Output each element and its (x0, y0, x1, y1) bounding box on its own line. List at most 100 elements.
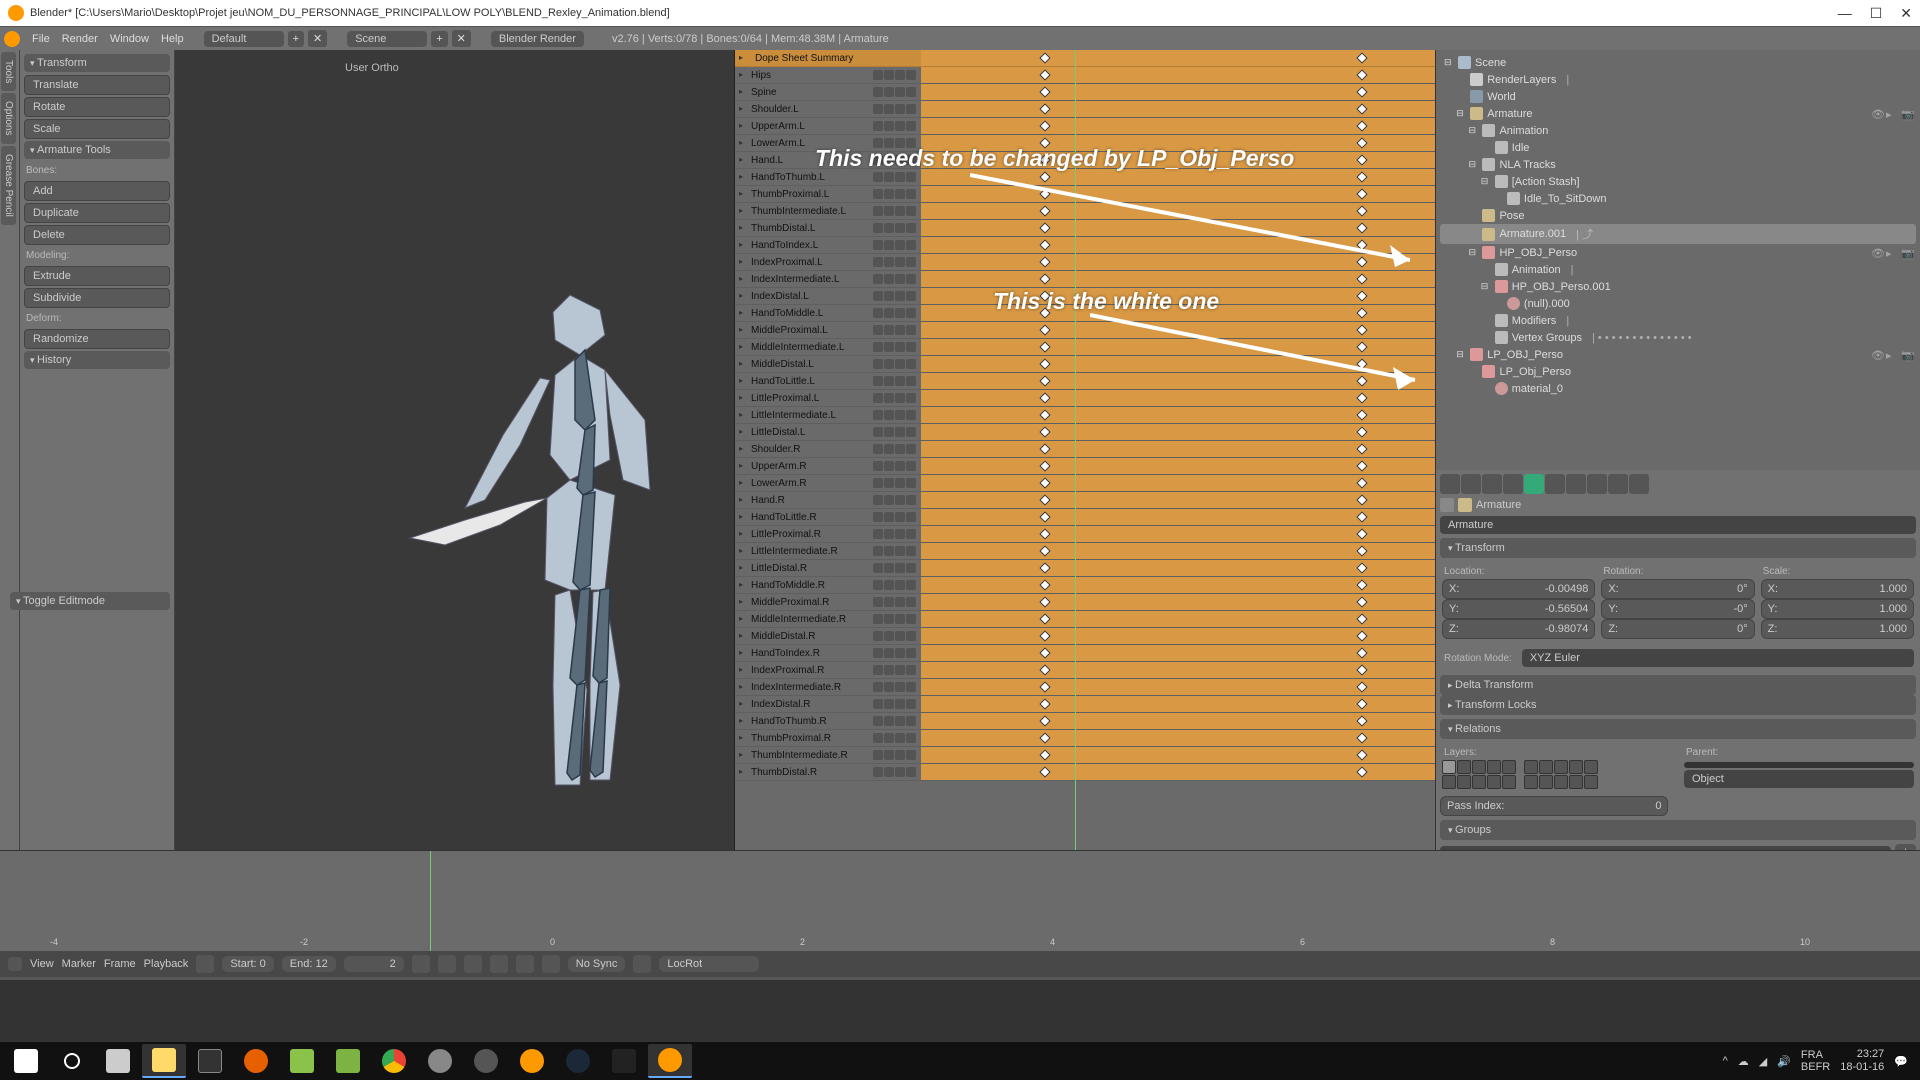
outliner-item[interactable]: ⊟Armature👁▸📷 (1440, 105, 1916, 122)
outliner-item[interactable]: ⊟[Action Stash] (1440, 173, 1916, 190)
dopesheet-channel-row[interactable]: LittleDistal.R (735, 560, 1435, 577)
start-button[interactable] (4, 1044, 48, 1078)
timeline-editor-icon[interactable] (8, 957, 22, 971)
tab-world-icon[interactable] (1503, 474, 1523, 494)
outliner-item[interactable]: RenderLayers| (1440, 71, 1916, 88)
dopesheet-channel-row[interactable]: LittleIntermediate.L (735, 407, 1435, 424)
blender2-taskbar-icon[interactable] (648, 1044, 692, 1078)
play-reverse-icon[interactable] (464, 955, 482, 973)
location-x[interactable]: X:-0.00498 (1442, 579, 1595, 599)
store-taskbar-icon[interactable] (188, 1044, 232, 1078)
menu-render[interactable]: Render (62, 33, 98, 45)
scene-remove-button[interactable]: ✕ (452, 30, 471, 47)
dopesheet-channel-row[interactable]: Shoulder.L (735, 101, 1435, 118)
unity-taskbar-icon[interactable] (602, 1044, 646, 1078)
extrude-button[interactable]: Extrude (24, 266, 170, 286)
dopesheet-channel-row[interactable]: ThumbProximal.R (735, 730, 1435, 747)
menu-window[interactable]: Window (110, 33, 149, 45)
sync-mode-select[interactable]: No Sync (568, 956, 626, 972)
outliner-item[interactable]: ⊟NLA Tracks (1440, 156, 1916, 173)
dopesheet-channel-row[interactable]: LowerArm.R (735, 475, 1435, 492)
scale-z[interactable]: Z:1.000 (1761, 619, 1914, 639)
tab-tools[interactable]: Tools (1, 52, 16, 91)
dopesheet-channel-row[interactable]: MiddleIntermediate.R (735, 611, 1435, 628)
history-header[interactable]: History (24, 351, 170, 369)
object-name-field[interactable]: Armature (1440, 516, 1916, 534)
tab-physics-icon[interactable] (1629, 474, 1649, 494)
menu-file[interactable]: File (32, 33, 50, 45)
notepad-taskbar-icon[interactable] (326, 1044, 370, 1078)
tl-view[interactable]: View (30, 958, 54, 970)
dopesheet-channel-row[interactable]: Shoulder.R (735, 441, 1435, 458)
dopesheet-channel-row[interactable]: ThumbDistal.R (735, 764, 1435, 781)
app2-taskbar-icon[interactable] (418, 1044, 462, 1078)
outliner-item[interactable]: Pose (1440, 207, 1916, 224)
end-frame-field[interactable]: End: 12 (282, 956, 336, 972)
dopesheet-channel-row[interactable]: IndexProximal.R (735, 662, 1435, 679)
play-icon[interactable] (490, 955, 508, 973)
armature-tools-header[interactable]: Armature Tools (24, 141, 170, 159)
explorer-taskbar-icon[interactable] (142, 1044, 186, 1078)
app3-taskbar-icon[interactable] (464, 1044, 508, 1078)
menu-help[interactable]: Help (161, 33, 184, 45)
outliner-item[interactable]: ⊟HP_OBJ_Perso.001 (1440, 278, 1916, 295)
scale-x[interactable]: X:1.000 (1761, 579, 1914, 599)
outliner[interactable]: ⊟Scene RenderLayers| World ⊟Armature👁▸📷 … (1436, 50, 1920, 470)
tab-layers-icon[interactable] (1461, 474, 1481, 494)
scale-button[interactable]: Scale (24, 119, 170, 139)
jump-start-icon[interactable] (412, 955, 430, 973)
dopesheet-channel-row[interactable]: UpperArm.R (735, 458, 1435, 475)
dopesheet-channel-row[interactable]: IndexIntermediate.R (735, 679, 1435, 696)
transform-panel-header[interactable]: Transform (1440, 538, 1916, 558)
subdivide-button[interactable]: Subdivide (24, 288, 170, 308)
dopesheet-channel-row[interactable]: UpperArm.L (735, 118, 1435, 135)
outliner-item[interactable]: Idle_To_SitDown (1440, 190, 1916, 207)
dopesheet-channel-row[interactable]: LittleDistal.L (735, 424, 1435, 441)
dopesheet-channel-row[interactable]: HandToThumb.R (735, 713, 1435, 730)
timeline-ruler[interactable]: -4-20246810121416 (0, 851, 1920, 951)
tab-scene-icon[interactable] (1482, 474, 1502, 494)
dopesheet-channel-row[interactable]: MiddleDistal.R (735, 628, 1435, 645)
dopesheet-channel-row[interactable]: IndexDistal.R (735, 696, 1435, 713)
translate-button[interactable]: Translate (24, 75, 170, 95)
delta-transform-header[interactable]: Delta Transform (1440, 675, 1916, 695)
timeline-playhead[interactable] (430, 851, 431, 951)
tl-frame[interactable]: Frame (104, 958, 136, 970)
dopesheet-channel-row[interactable]: HandToIndex.R (735, 645, 1435, 662)
rotate-button[interactable]: Rotate (24, 97, 170, 117)
outliner-item[interactable]: Animation| (1440, 261, 1916, 278)
blender-logo-icon[interactable] (4, 31, 20, 47)
search-button[interactable] (50, 1044, 94, 1078)
app-taskbar-icon[interactable] (280, 1044, 324, 1078)
minimize-button[interactable]: — (1838, 5, 1852, 22)
dopesheet-channel-row[interactable]: HandToLittle.R (735, 509, 1435, 526)
outliner-item[interactable]: ⊟Animation (1440, 122, 1916, 139)
tab-bone-icon[interactable] (1608, 474, 1628, 494)
randomize-button[interactable]: Randomize (24, 329, 170, 349)
tl-playback[interactable]: Playback (144, 958, 189, 970)
tray-chevron-icon[interactable]: ^ (1723, 1055, 1728, 1067)
tray-notifications-icon[interactable]: 💬 (1894, 1055, 1908, 1068)
scene-selector[interactable]: Scene (347, 31, 427, 47)
breadcrumb-name[interactable]: Armature (1476, 499, 1521, 511)
transform-header[interactable]: Transform (24, 54, 170, 72)
maximize-button[interactable]: ☐ (1870, 5, 1883, 22)
parent-field[interactable] (1684, 762, 1914, 768)
groups-header[interactable]: Groups (1440, 820, 1916, 840)
rotation-z[interactable]: Z:0° (1601, 619, 1754, 639)
layer-buttons[interactable] (1442, 760, 1672, 789)
taskview-button[interactable] (96, 1044, 140, 1078)
delete-button[interactable]: Delete (24, 225, 170, 245)
outliner-item[interactable]: Modifiers| (1440, 312, 1916, 329)
dopesheet-summary-row[interactable]: Dope Sheet Summary (735, 50, 1435, 67)
dopesheet-channel-row[interactable]: ThumbIntermediate.R (735, 747, 1435, 764)
firefox-taskbar-icon[interactable] (234, 1044, 278, 1078)
layout-add-button[interactable]: + (288, 31, 304, 47)
rotation-mode-select[interactable]: XYZ Euler (1522, 649, 1914, 667)
rotation-y[interactable]: Y:-0° (1601, 599, 1754, 619)
parent-type-select[interactable]: Object (1684, 770, 1914, 788)
tray-volume-icon[interactable]: 🔊 (1777, 1055, 1791, 1068)
transform-locks-header[interactable]: Transform Locks (1440, 695, 1916, 715)
autokey-button[interactable] (196, 955, 214, 973)
tray-clock[interactable]: 23:2718-01-16 (1840, 1048, 1884, 1074)
